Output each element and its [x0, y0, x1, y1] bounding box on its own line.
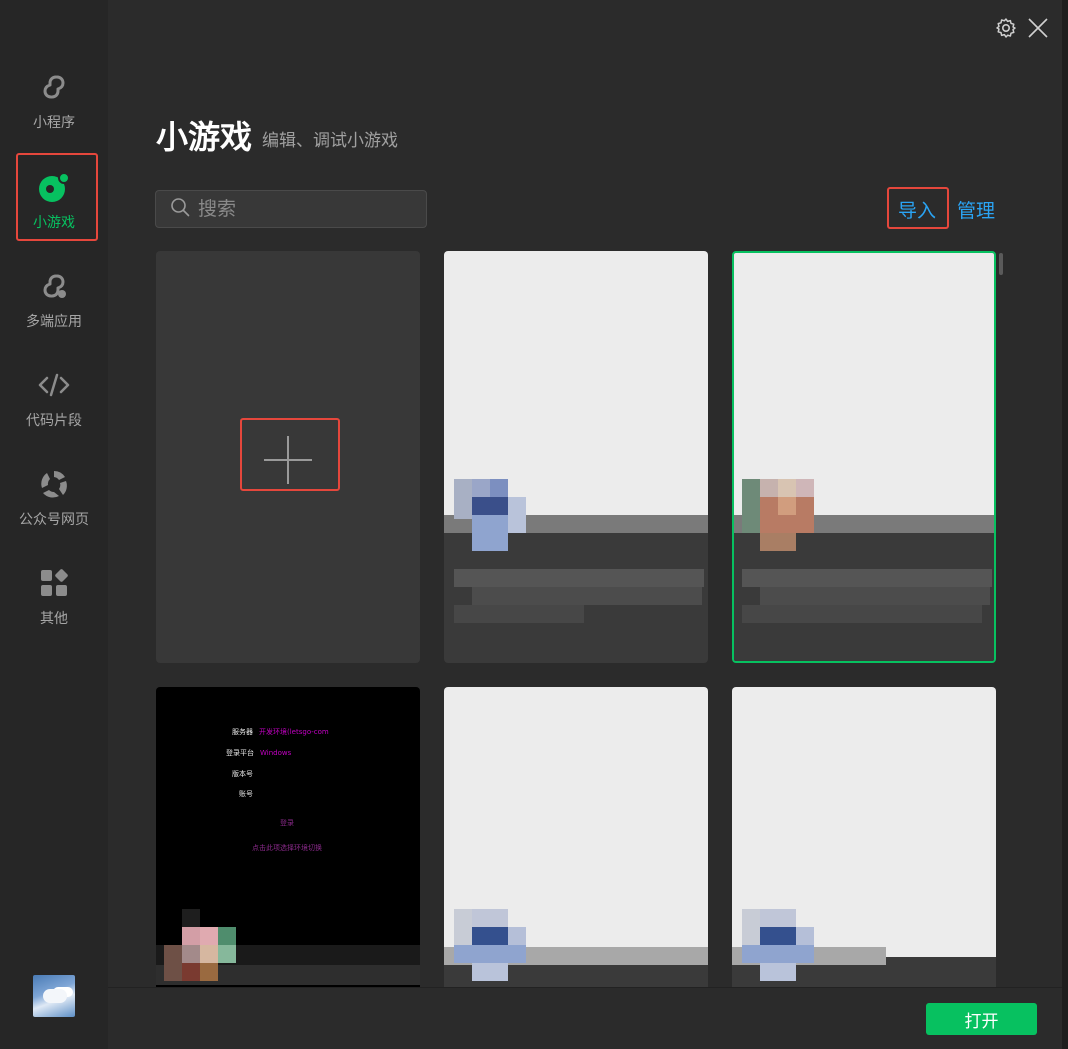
project-thumbnail: [444, 251, 708, 515]
sidebar-item-multi-platform[interactable]: 多端应用: [0, 257, 108, 347]
multi-platform-icon: [37, 269, 71, 303]
sidebar-item-label: 小游戏: [33, 215, 75, 231]
sidebar-item-mini-program[interactable]: 小程序: [0, 58, 108, 148]
other-apps-icon: [37, 566, 71, 600]
login-text: 登录: [280, 819, 294, 827]
settings-button[interactable]: [994, 18, 1018, 42]
project-card[interactable]: [732, 687, 996, 987]
gear-icon: [995, 17, 1017, 43]
code-snippet-icon: [37, 368, 71, 402]
mini-game-icon: [37, 170, 71, 204]
bottom-bar: [108, 987, 1062, 1049]
plus-icon: [264, 436, 312, 484]
manage-button[interactable]: 管理: [957, 196, 995, 223]
sidebar: 小程序 小游戏 多端应用 代码片段 公众号网页 其他: [0, 0, 108, 1049]
new-project-card[interactable]: [156, 251, 420, 663]
close-button[interactable]: [1026, 18, 1050, 42]
project-grid: 服务器 开发环境(letsgo-com 登录平台 Windows 版本号 账号 登录…: [108, 245, 1062, 987]
sidebar-item-label: 代码片段: [26, 413, 82, 429]
project-card-selected[interactable]: [732, 251, 996, 663]
project-card[interactable]: [444, 687, 708, 987]
sidebar-item-label: 多端应用: [26, 314, 82, 330]
hint-text: 点击此项选择环境切换: [252, 844, 322, 852]
app-window: 小程序 小游戏 多端应用 代码片段 公众号网页 其他 小游戏 编辑、调试小游戏 …: [0, 0, 1068, 1049]
mini-program-icon: [37, 70, 71, 104]
project-card[interactable]: [444, 251, 708, 663]
sidebar-item-label: 其他: [40, 611, 68, 627]
sidebar-item-other[interactable]: 其他: [0, 554, 108, 644]
search-icon: [170, 197, 190, 221]
sidebar-item-mini-game[interactable]: 小游戏: [0, 158, 108, 248]
close-icon: [1027, 17, 1049, 43]
search-box[interactable]: [155, 190, 427, 228]
page-title: 小游戏: [156, 118, 253, 156]
sidebar-item-code-snippet[interactable]: 代码片段: [0, 356, 108, 446]
open-button[interactable]: 打开: [926, 1003, 1037, 1035]
import-button[interactable]: 导入: [898, 196, 936, 223]
project-card[interactable]: 服务器 开发环境(letsgo-com 登录平台 Windows 版本号 账号 登录…: [156, 687, 420, 987]
page-subtitle: 编辑、调试小游戏: [262, 131, 398, 151]
official-account-icon: [37, 467, 71, 501]
sidebar-item-label: 公众号网页: [19, 512, 89, 528]
project-thumbnail: [734, 253, 994, 517]
sidebar-item-label: 小程序: [33, 115, 75, 131]
window-edge: [1062, 0, 1068, 1049]
search-input[interactable]: [198, 198, 418, 220]
sidebar-item-official-account[interactable]: 公众号网页: [0, 455, 108, 545]
avatar[interactable]: [33, 975, 75, 1017]
